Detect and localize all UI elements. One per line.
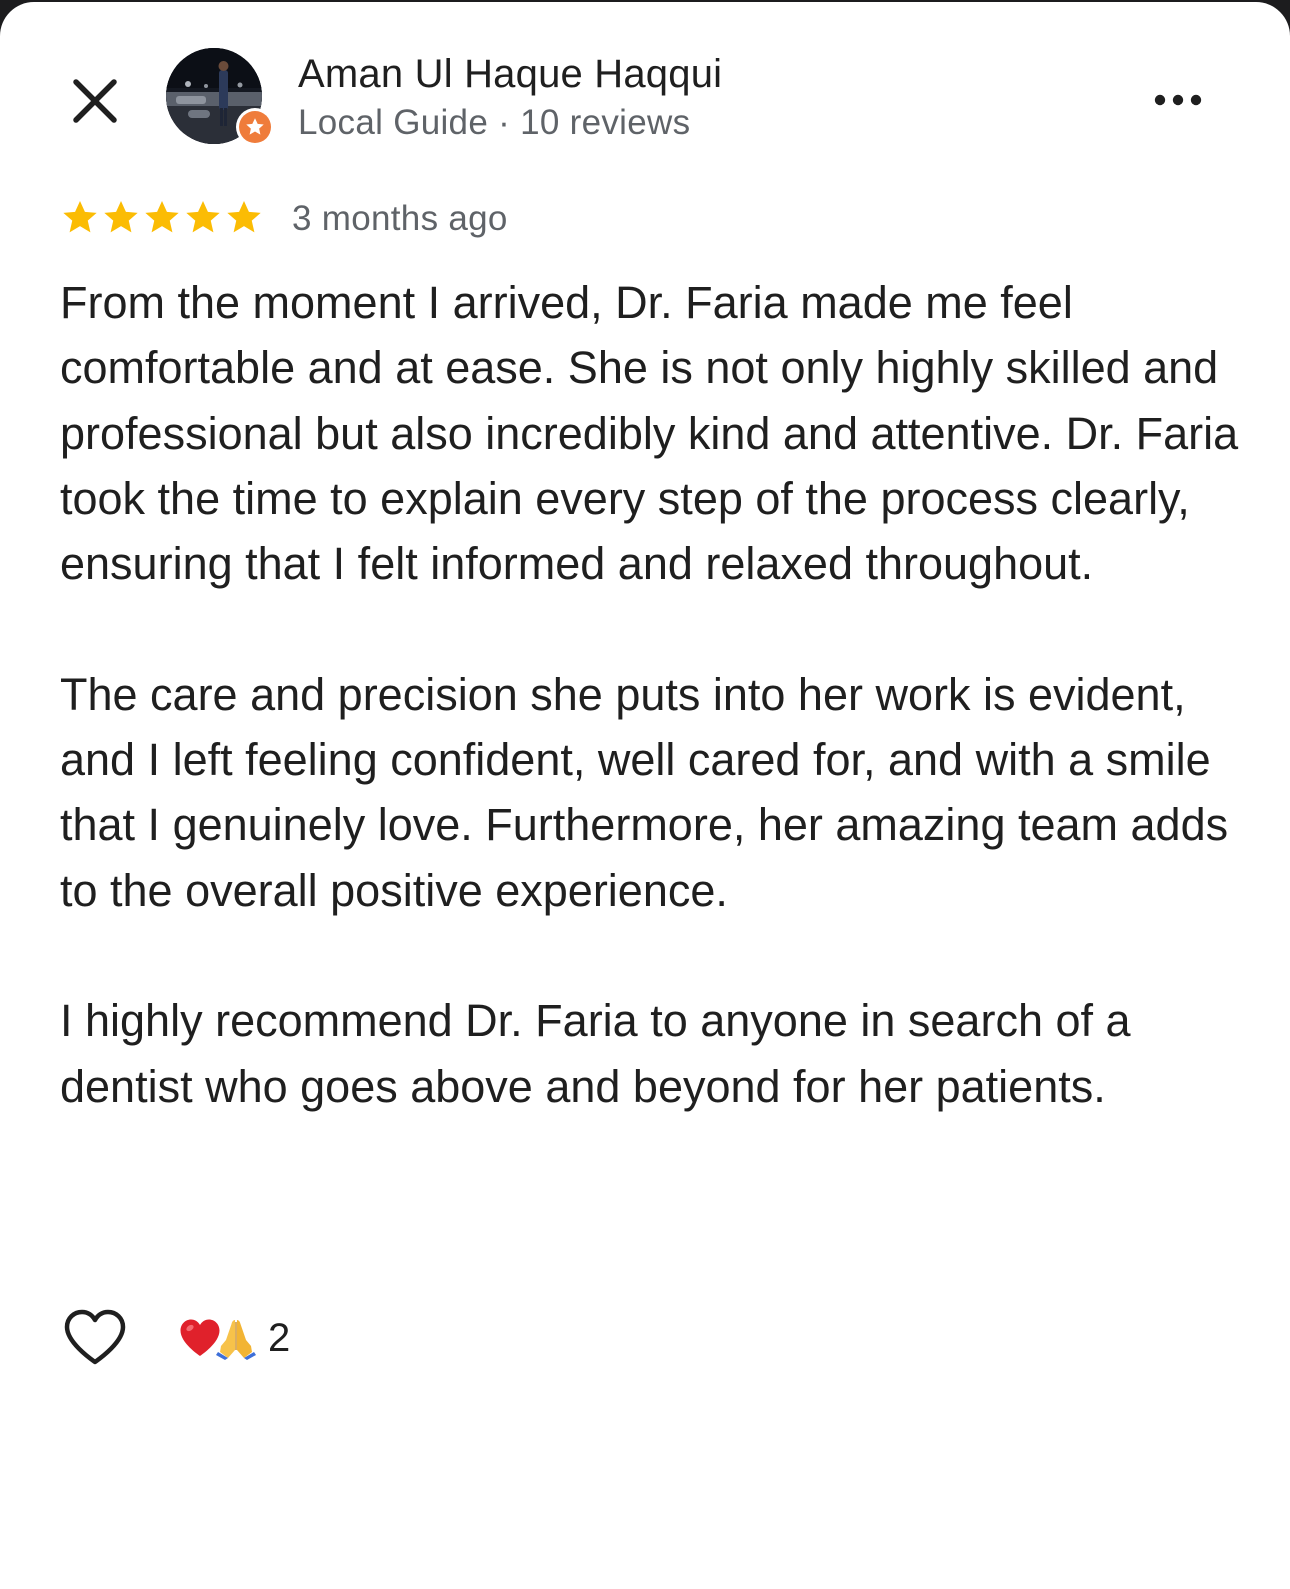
heart-outline-icon	[64, 1309, 126, 1365]
star-icon	[101, 198, 141, 238]
local-guide-badge	[236, 108, 274, 146]
author-meta: Local Guide · 10 reviews	[298, 103, 691, 142]
author-avatar[interactable]	[166, 48, 274, 146]
review-time: 3 months ago	[292, 199, 508, 238]
review-sheet: Aman Ul Haque Haqqui Local Guide · 10 re…	[0, 2, 1290, 1589]
star-rating	[60, 198, 264, 238]
star-icon	[183, 198, 223, 238]
author-name[interactable]: Aman Ul Haque Haqqui	[298, 52, 722, 97]
more-horizontal-icon	[1154, 94, 1202, 106]
like-button[interactable]	[60, 1306, 130, 1370]
star-icon	[142, 198, 182, 238]
close-icon	[73, 79, 117, 123]
star-icon	[224, 198, 264, 238]
review-paragraph: The care and precision she puts into her…	[60, 668, 1229, 916]
star-icon	[60, 198, 100, 238]
review-paragraph: From the moment I arrived, Dr. Faria mad…	[60, 277, 1239, 590]
review-text: From the moment I arrived, Dr. Faria mad…	[60, 270, 1240, 1119]
reaction-count: 2	[268, 1315, 291, 1360]
close-button[interactable]	[66, 72, 124, 130]
reactions-summary[interactable]: 2	[178, 1312, 290, 1364]
more-options-button[interactable]	[1148, 82, 1208, 118]
review-paragraph: I highly recommend Dr. Faria to anyone i…	[60, 995, 1131, 1112]
folded-hands-icon	[216, 1316, 256, 1360]
local-guide-star-icon	[246, 118, 264, 135]
